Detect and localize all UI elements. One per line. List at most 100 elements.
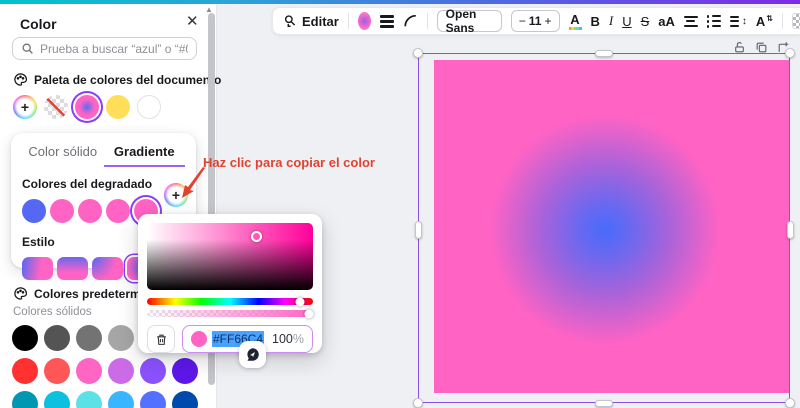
color-mode-tabs: Color sólido Gradiente [22,141,185,167]
text-case-button[interactable]: aA [658,14,675,29]
solid-color-swatch[interactable] [12,391,38,408]
solid-color-swatch[interactable] [108,358,134,384]
text-align-icon[interactable] [683,15,698,27]
solid-color-swatch[interactable] [76,358,102,384]
font-size-value[interactable]: 11 [529,14,542,28]
solid-colors-label: Colores sólidos [13,306,92,318]
solid-color-swatch[interactable] [108,391,134,408]
text-effects-icon[interactable]: A ⇅ [756,14,773,29]
hue-slider[interactable] [147,297,313,306]
opacity-slider-handle[interactable] [304,309,314,318]
solid-color-swatch[interactable] [172,358,198,384]
selection-handle-top-left[interactable] [413,48,423,58]
solid-color-swatch[interactable] [76,325,102,351]
page-action-bar [733,41,790,54]
font-size-stepper: − 11 + [510,10,560,32]
white-swatch[interactable] [137,95,161,119]
selection-handle-top-right[interactable] [785,48,795,58]
gradient-colors-title: Colores del degradado [22,177,153,191]
edit-label: Editar [302,13,339,29]
solid-color-swatch[interactable] [108,325,134,351]
comment-bubble-icon [245,347,260,362]
solid-color-swatch[interactable] [44,325,70,351]
document-palette-row: + [13,95,161,119]
no-color-swatch[interactable] [44,95,68,119]
tab-solid-color[interactable]: Color sólido [22,141,104,167]
bullet-list-icon[interactable] [706,15,721,28]
selection-handle-bottom-right[interactable] [785,398,795,408]
edit-pen-icon [283,14,297,28]
gradient-style-swatch[interactable] [57,257,88,280]
selection-handle-top[interactable] [595,50,613,57]
tab-gradient[interactable]: Gradiente [103,141,185,167]
solid-colors-row-1 [12,325,134,351]
comment-button[interactable] [239,341,266,368]
selection-handle-right[interactable] [787,221,794,239]
underline-button[interactable]: U [622,14,631,29]
solid-color-swatch[interactable] [140,358,166,384]
italic-button[interactable]: I [609,13,613,29]
solid-color-swatch[interactable] [76,391,102,408]
toolbar: Editar Open Sans − 11 + A B I U S aA ↕ A… [272,7,800,35]
bold-button[interactable]: B [591,14,600,29]
color-search-input[interactable]: Prueba a buscar “azul” o “#00c4cc” [12,37,197,60]
solid-color-swatch[interactable] [44,358,70,384]
selection-handle-bottom-left[interactable] [413,398,423,408]
border-style-icon[interactable] [379,14,394,28]
line-spacing-icon[interactable]: ↕ [729,15,747,27]
gradient-color-swatch[interactable] [78,199,102,223]
curve-line-icon[interactable] [403,14,418,28]
panel-title: Color [20,16,57,32]
close-icon[interactable]: ✕ [186,12,199,30]
text-color-a: A [570,11,580,27]
document-palette-header: Paleta de colores del documento [13,72,221,87]
current-color-dot [191,331,207,347]
document-palette-title: Paleta de colores del documento [34,72,222,87]
solid-colors-row-2 [12,358,198,384]
annotation-arrow [174,166,210,202]
add-color-button[interactable]: + [13,95,37,119]
gradient-style-swatch[interactable] [22,257,53,280]
solid-color-swatch[interactable] [44,391,70,408]
solid-color-swatch[interactable] [140,391,166,408]
search-icon [21,42,34,55]
delete-color-button[interactable] [147,325,175,353]
saturation-area[interactable] [147,223,313,290]
opacity-value[interactable]: 100% [272,332,304,346]
opacity-slider[interactable] [147,309,314,318]
picker-bottom-row: #FF66C4 100% [147,325,313,353]
gradient-color-swatch[interactable] [106,199,130,223]
gradient-swatch-selected[interactable] [75,95,99,119]
hue-slider-handle[interactable] [295,297,305,306]
gradient-color-swatch[interactable] [22,199,46,223]
divider [782,13,784,29]
percent-sign: % [292,332,304,346]
solid-color-swatch[interactable] [12,358,38,384]
selection-handle-bottom[interactable] [595,400,613,407]
annotation-text: Haz clic para copiar el color [203,155,375,170]
fill-color-swatch[interactable] [357,12,371,30]
gradient-style-swatch[interactable] [92,257,123,280]
solid-colors-row-3 [12,391,198,408]
text-color-button[interactable]: A [568,11,582,30]
lock-icon[interactable] [733,41,746,54]
rainbow-underline [568,26,582,30]
edit-button[interactable]: Editar [283,14,339,29]
selection-handle-left[interactable] [415,221,422,239]
duplicate-icon[interactable] [755,41,768,54]
solid-color-swatch[interactable] [172,391,198,408]
color-picker-popup: #FF66C4 100% [138,214,322,353]
search-placeholder: Prueba a buscar “azul” o “#00c4cc” [40,41,188,56]
solid-color-swatch[interactable] [12,325,38,351]
gradient-color-swatch[interactable] [50,199,74,223]
font-name: Open Sans [445,7,477,35]
strikethrough-button[interactable]: S [641,14,650,29]
saturation-cursor[interactable] [251,231,262,242]
yellow-swatch[interactable] [106,95,130,119]
font-size-minus[interactable]: − [519,14,526,28]
selection-rectangle [418,53,790,403]
transparency-button[interactable] [792,13,800,29]
palette-icon [13,72,28,87]
font-size-plus[interactable]: + [544,14,551,28]
font-selector[interactable]: Open Sans [436,7,502,35]
